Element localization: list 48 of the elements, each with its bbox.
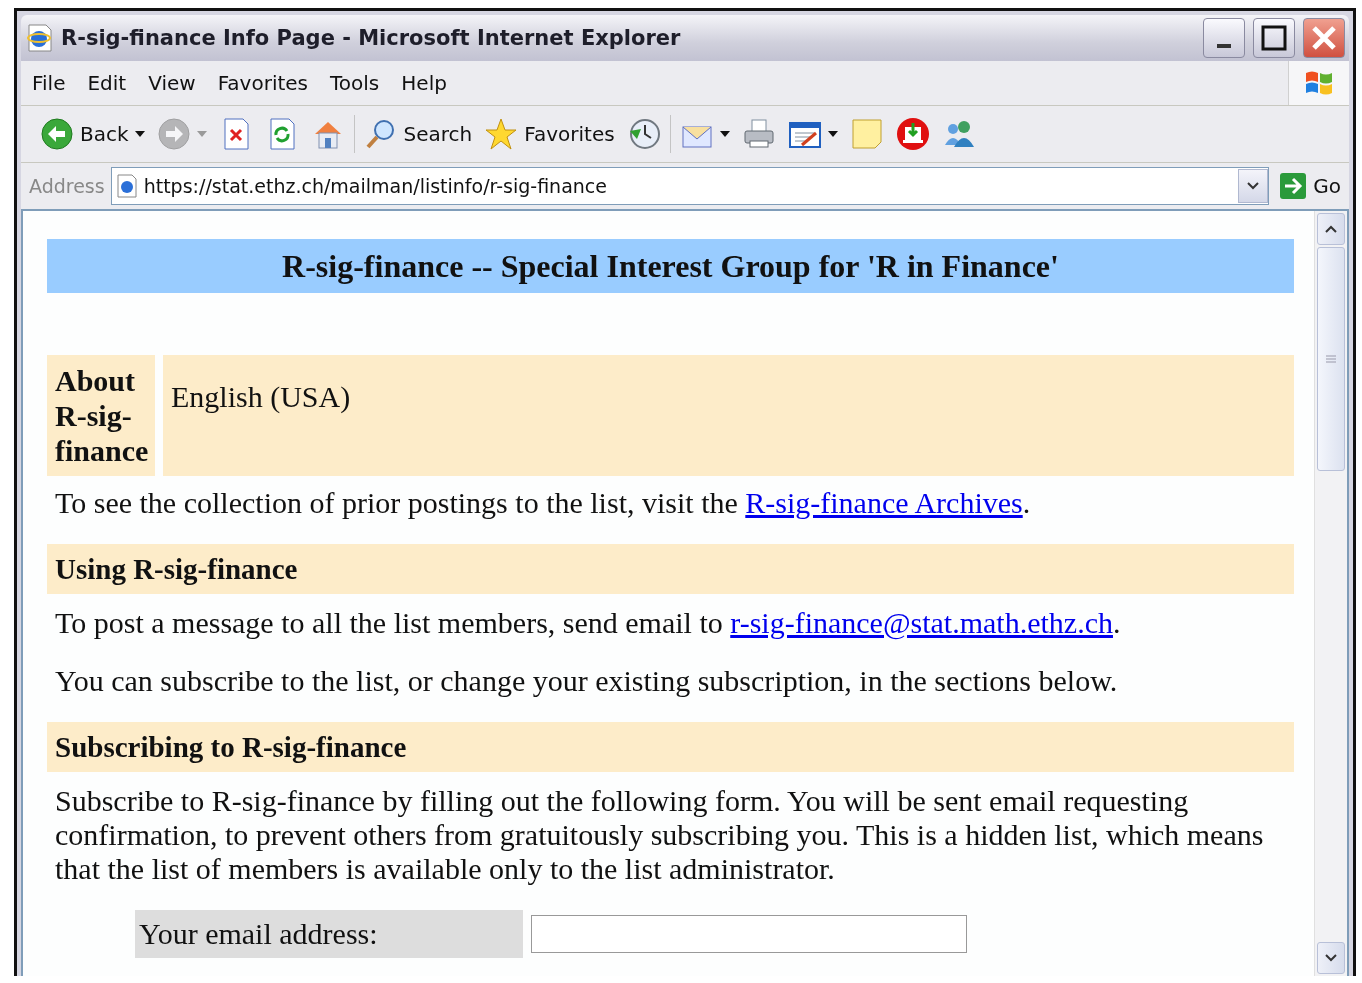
address-field[interactable]: https://stat.ethz.ch/mailman/listinfo/r-sig-finance [110, 167, 1270, 205]
chevron-down-icon [1247, 182, 1260, 190]
scroll-thumb[interactable] [1317, 247, 1345, 471]
link[interactable]: R-sig-finance Archives [745, 486, 1023, 519]
window-title: R-sig-finance Info Page - Microsoft Internet Explorer [61, 26, 682, 50]
menu-item[interactable]: View [137, 71, 207, 95]
search-button[interactable]: Search [360, 115, 476, 153]
favorites-button[interactable]: Favorites [481, 115, 618, 153]
address-label: Address [29, 175, 105, 197]
scrollbar[interactable] [1314, 211, 1347, 976]
menu-item[interactable]: Tools [319, 71, 391, 95]
menu-item[interactable]: File [21, 71, 77, 95]
table-header-cell: About R-sig-finance [47, 355, 155, 476]
page-heading: R-sig-finance -- Special Interest Group for 'R in Finance' [47, 239, 1294, 293]
maximize-icon [1261, 25, 1287, 51]
maximize-button[interactable] [1253, 18, 1295, 58]
flag-logo-icon [1304, 69, 1334, 97]
section-heading: Using R-sig-finance [47, 544, 1294, 594]
paragraph: You can subscribe to the list, or change your existing subscription, in the sections below. [55, 664, 1119, 698]
paragraph: Subscribe to R-sig-finance by filling out the following form. You will be sent email requesting confirmation, to prevent others from gratuitously subscribing you. This is a hidden list, which means that the list of members is available only to the list administrator. [55, 784, 1265, 886]
menu-item[interactable]: Edit [76, 71, 138, 95]
paragraph: To post a message to all the list members, send email to r-sig-finance@stat.math.ethz.ch. [55, 606, 1122, 640]
browser-page-icon [115, 174, 138, 198]
paragraph: To see the collection of prior postings to the list, visit the R-sig-finance Archives. [55, 486, 1032, 520]
note-icon [849, 117, 884, 151]
close-button[interactable] [1303, 18, 1345, 58]
minimize-button[interactable] [1203, 18, 1245, 58]
back-button[interactable]: Back [37, 115, 148, 153]
browser-page-icon [27, 24, 53, 52]
chevron-up-icon [1325, 225, 1337, 233]
star-icon [484, 117, 519, 151]
email-input[interactable] [531, 915, 967, 953]
go-button[interactable]: Go [1275, 172, 1345, 200]
chevron-down-icon [1325, 954, 1337, 962]
link[interactable]: r-sig-finance@stat.math.ethz.ch [730, 606, 1113, 639]
dropdown-button[interactable] [1238, 169, 1269, 203]
scroll-up-button[interactable] [1317, 213, 1345, 245]
scroll-down-button[interactable] [1317, 942, 1345, 974]
menu-item[interactable]: Help [390, 71, 458, 95]
table-cell: English (USA) [163, 355, 1294, 476]
close-icon [1311, 25, 1337, 51]
printer-icon [741, 117, 776, 151]
grip-icon [1326, 355, 1336, 363]
field-label: Your email address: [135, 910, 523, 958]
download-icon [895, 117, 930, 151]
minimize-icon [1217, 44, 1231, 48]
section-heading: Subscribing to R-sig-finance [47, 722, 1294, 772]
menu-item[interactable]: Favorites [206, 71, 319, 95]
